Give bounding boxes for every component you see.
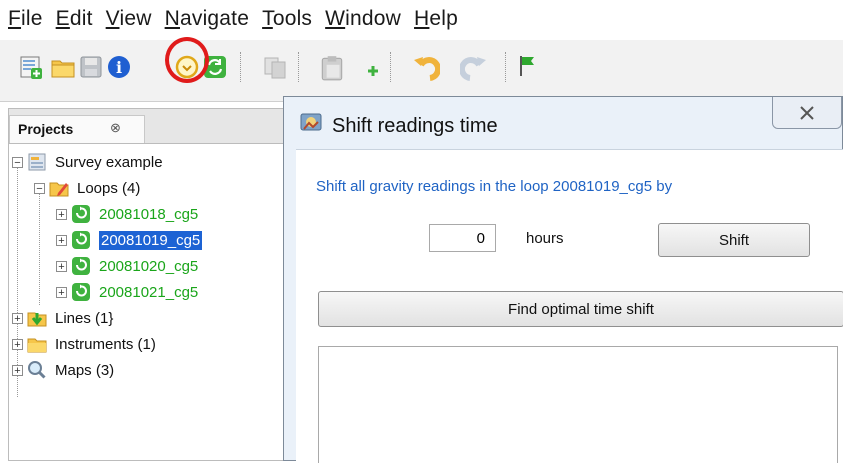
save-icon[interactable] [78, 54, 104, 80]
collapse-icon[interactable]: − [34, 182, 45, 194]
loop-label: 20081020_cg5 [99, 257, 199, 275]
expand-icon[interactable]: + [12, 338, 23, 350]
lines-folder-icon [27, 312, 47, 327]
menu-item[interactable]: Help [414, 7, 458, 31]
loop-icon [72, 205, 90, 223]
menu-item[interactable]: File [8, 7, 43, 31]
menu-item[interactable]: Tools [262, 7, 312, 31]
info-icon[interactable]: i [106, 54, 132, 80]
expand-icon[interactable]: + [56, 286, 67, 298]
app-icon [300, 113, 322, 131]
tree-item-label: Instruments (1) [55, 335, 156, 353]
tree-item-instruments[interactable]: + Instruments (1) [12, 331, 156, 357]
tree-guide [39, 193, 40, 305]
tab-projects[interactable]: Projects ⊗ [9, 115, 145, 143]
new-project-icon[interactable] [18, 54, 44, 80]
shift-message: Shift all gravity readings in the loop 2… [316, 178, 673, 195]
dialog-body: Shift all gravity readings in the loop 2… [296, 149, 843, 463]
menu-item[interactable]: Navigate [165, 7, 250, 31]
flag-icon[interactable] [518, 54, 538, 78]
expand-icon[interactable]: + [12, 364, 23, 376]
tree-item-loop[interactable]: +20081021_cg5 [56, 279, 198, 305]
panel-tab-strip: Projects ⊗ [9, 109, 289, 144]
loop-label: 20081018_cg5 [99, 205, 199, 223]
menu-item[interactable]: View [106, 7, 152, 31]
hours-label: hours [526, 230, 564, 247]
folder-icon [27, 338, 47, 353]
tree-item-loop[interactable]: +20081019_cg5 [56, 227, 203, 253]
loop-label: 20081021_cg5 [99, 283, 199, 301]
shift-readings-dialog: Shift readings time Shift all gravity re… [283, 96, 843, 463]
menu-item[interactable]: Edit [56, 7, 93, 31]
tree-item-label: Survey example [55, 153, 163, 171]
loop-label: 20081019_cg5 [99, 230, 203, 250]
close-button[interactable] [772, 97, 842, 129]
loops-folder-icon [49, 182, 69, 197]
toolbar-separator [298, 52, 300, 82]
tree-item-lines[interactable]: + Lines (1} [12, 305, 113, 331]
copy-icon[interactable] [262, 54, 288, 80]
tree-item-root[interactable]: − Survey example [12, 149, 163, 175]
tree-item-label: Loops (4) [77, 179, 141, 197]
menu-item[interactable]: Window [325, 7, 401, 31]
survey-icon [28, 153, 46, 171]
expand-icon[interactable]: + [56, 234, 67, 246]
toolbar-separator [390, 52, 392, 82]
highlight-circle [165, 37, 209, 83]
expand-icon[interactable]: + [12, 312, 23, 324]
toolbar-separator [505, 52, 507, 82]
open-folder-icon[interactable] [50, 54, 76, 80]
hours-input[interactable] [429, 224, 496, 252]
tree-item-loops[interactable]: − Loops (4) [34, 175, 140, 201]
dialog-title: Shift readings time [332, 115, 498, 137]
collapse-icon[interactable]: − [12, 156, 23, 168]
expand-icon[interactable]: + [56, 260, 67, 272]
magnifier-icon [28, 361, 46, 379]
tree-item-label: Lines (1} [55, 309, 114, 327]
loop-icon [72, 283, 90, 301]
tree-item-loop[interactable]: +20081020_cg5 [56, 253, 198, 279]
tree-item-maps[interactable]: + Maps (3) [12, 357, 114, 383]
projects-tab-label: Projects [18, 121, 74, 137]
undo-icon[interactable] [410, 54, 440, 84]
close-icon [800, 105, 814, 120]
tree-item-loop[interactable]: +20081018_cg5 [56, 201, 198, 227]
loop-icon [72, 231, 90, 249]
menu-bar: File Edit View Navigate Tools Window Help [0, 0, 843, 38]
shift-button[interactable]: Shift [658, 223, 810, 257]
paste-icon[interactable] [318, 54, 346, 82]
dialog-titlebar[interactable]: Shift readings time [284, 97, 842, 149]
projects-panel: Projects ⊗ − Survey example − Loops (4) … [8, 108, 294, 461]
tree-item-label: Maps (3) [55, 361, 115, 379]
add-icon[interactable] [366, 64, 380, 78]
results-area [318, 346, 838, 463]
redo-icon[interactable] [460, 54, 490, 84]
loop-icon [72, 257, 90, 275]
toolbar: i [0, 40, 843, 102]
find-optimal-button[interactable]: Find optimal time shift [318, 291, 843, 327]
expand-icon[interactable]: + [56, 208, 67, 220]
toolbar-separator [240, 52, 242, 82]
close-icon[interactable]: ⊗ [110, 120, 121, 136]
svg-text:i: i [116, 58, 122, 77]
